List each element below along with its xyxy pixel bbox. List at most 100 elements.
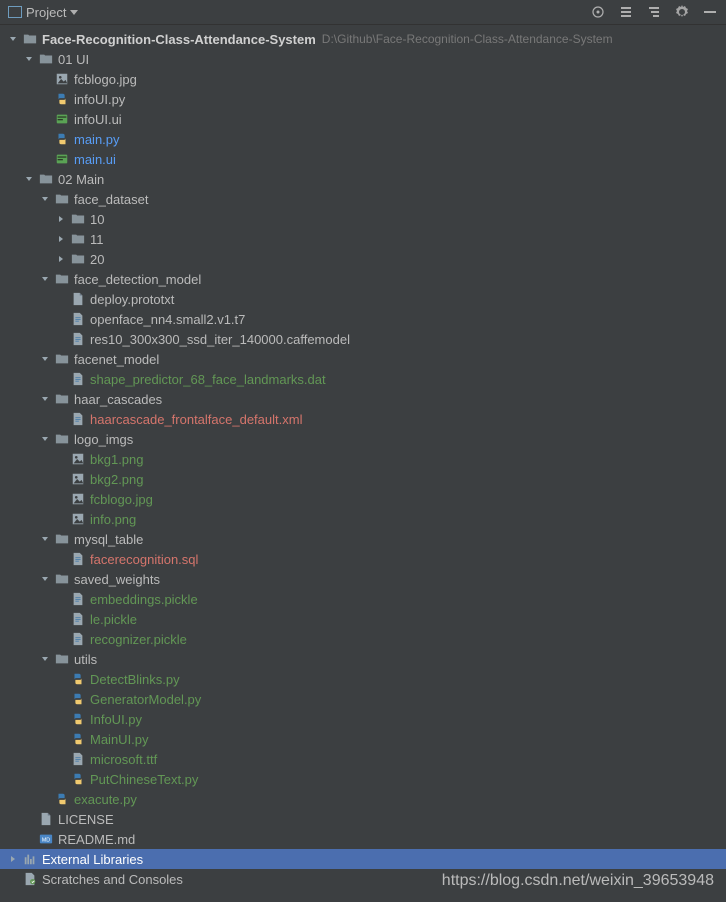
tree-item-label: main.ui [74,152,116,167]
project-tree[interactable]: Face-Recognition-Class-Attendance-System… [0,25,726,889]
bin-icon [70,411,86,427]
tree-row[interactable]: 10 [0,209,726,229]
tree-item-label: embeddings.pickle [90,592,198,607]
chevron-down-icon[interactable] [24,54,34,64]
tree-row[interactable]: facerecognition.sql [0,549,726,569]
tree-item-label: recognizer.pickle [90,632,187,647]
tree-item-label: MainUI.py [90,732,149,747]
expand-all-icon[interactable] [646,4,662,20]
tree-row[interactable]: face_dataset [0,189,726,209]
py-icon [70,771,86,787]
chevron-down-icon[interactable] [40,574,50,584]
tree-row[interactable]: DetectBlinks.py [0,669,726,689]
tree-item-label: logo_imgs [74,432,133,447]
project-toolbar-left[interactable]: Project [8,5,78,20]
folder-icon [54,391,70,407]
chevron-down-icon[interactable] [40,654,50,664]
tree-item-label: infoUI.py [74,92,125,107]
folder-icon [54,431,70,447]
tree-row[interactable]: main.ui [0,149,726,169]
folder-icon [70,251,86,267]
tree-row[interactable]: main.py [0,129,726,149]
chevron-down-icon[interactable] [40,434,50,444]
tree-item-label: 20 [90,252,104,267]
chevron-down-icon[interactable] [40,394,50,404]
tree-row[interactable]: haarcascade_frontalface_default.xml [0,409,726,429]
hide-icon[interactable] [702,4,718,20]
tree-row[interactable]: mysql_table [0,529,726,549]
tree-row[interactable]: embeddings.pickle [0,589,726,609]
tree-item-label: haar_cascades [74,392,162,407]
bin-icon [70,331,86,347]
md-icon: MD [38,831,54,847]
chevron-right-icon[interactable] [8,854,18,864]
tree-row[interactable]: Face-Recognition-Class-Attendance-System… [0,29,726,49]
tree-item-label: LICENSE [58,812,114,827]
tree-row[interactable]: info.png [0,509,726,529]
collapse-all-icon[interactable] [618,4,634,20]
gear-icon[interactable] [674,4,690,20]
chevron-right-icon[interactable] [56,234,66,244]
chevron-right-icon[interactable] [56,254,66,264]
tree-row[interactable]: fcblogo.jpg [0,489,726,509]
tree-row[interactable]: le.pickle [0,609,726,629]
tree-row[interactable]: recognizer.pickle [0,629,726,649]
tree-row[interactable]: bkg2.png [0,469,726,489]
svg-text:MD: MD [42,838,50,844]
ui-icon [54,151,70,167]
tree-row[interactable]: 11 [0,229,726,249]
tree-row[interactable]: res10_300x300_ssd_iter_140000.caffemodel [0,329,726,349]
folder-icon [54,271,70,287]
tree-row[interactable]: External Libraries [0,849,726,869]
tree-item-label: 11 [90,232,104,247]
chevron-down-icon[interactable] [40,194,50,204]
jpg-icon [70,451,86,467]
tree-row[interactable]: bkg1.png [0,449,726,469]
tree-row[interactable]: fcblogo.jpg [0,69,726,89]
tree-item-label: haarcascade_frontalface_default.xml [90,412,302,427]
tree-row[interactable]: openface_nn4.small2.v1.t7 [0,309,726,329]
tree-row[interactable]: microsoft.ttf [0,749,726,769]
tree-row[interactable]: 02 Main [0,169,726,189]
chevron-down-icon[interactable] [40,274,50,284]
tree-row[interactable]: haar_cascades [0,389,726,409]
tree-row[interactable]: 20 [0,249,726,269]
dropdown-arrow-icon[interactable] [70,10,78,15]
file-icon [70,291,86,307]
tree-row[interactable]: exacute.py [0,789,726,809]
tree-row[interactable]: deploy.prototxt [0,289,726,309]
tree-row[interactable]: shape_predictor_68_face_landmarks.dat [0,369,726,389]
tree-item-label: InfoUI.py [90,712,142,727]
tree-row[interactable]: GeneratorModel.py [0,689,726,709]
tree-item-label: bkg2.png [90,472,144,487]
chevron-down-icon[interactable] [40,534,50,544]
bin-icon [70,311,86,327]
tree-row[interactable]: MainUI.py [0,729,726,749]
tree-row[interactable]: PutChineseText.py [0,769,726,789]
tree-item-label: res10_300x300_ssd_iter_140000.caffemodel [90,332,350,347]
tree-row[interactable]: utils [0,649,726,669]
tree-row[interactable]: MDREADME.md [0,829,726,849]
tree-row[interactable]: infoUI.ui [0,109,726,129]
tree-row[interactable]: 01 UI [0,49,726,69]
tree-row[interactable]: logo_imgs [0,429,726,449]
chevron-right-icon[interactable] [56,214,66,224]
tree-row[interactable]: LICENSE [0,809,726,829]
tree-row[interactable]: face_detection_model [0,269,726,289]
tree-item-label: mysql_table [74,532,143,547]
chevron-down-icon[interactable] [40,354,50,364]
tree-item-label: info.png [90,512,136,527]
chevron-down-icon[interactable] [8,34,18,44]
jpg-icon [70,511,86,527]
project-toolbar-title: Project [26,5,66,20]
tree-row[interactable]: facenet_model [0,349,726,369]
tree-row[interactable]: infoUI.py [0,89,726,109]
chevron-down-icon[interactable] [24,174,34,184]
tree-item-label: GeneratorModel.py [90,692,201,707]
tree-item-label: Face-Recognition-Class-Attendance-System [42,32,316,47]
bin-icon [70,371,86,387]
tree-item-label: face_dataset [74,192,148,207]
tree-row[interactable]: saved_weights [0,569,726,589]
target-icon[interactable] [590,4,606,20]
tree-row[interactable]: InfoUI.py [0,709,726,729]
